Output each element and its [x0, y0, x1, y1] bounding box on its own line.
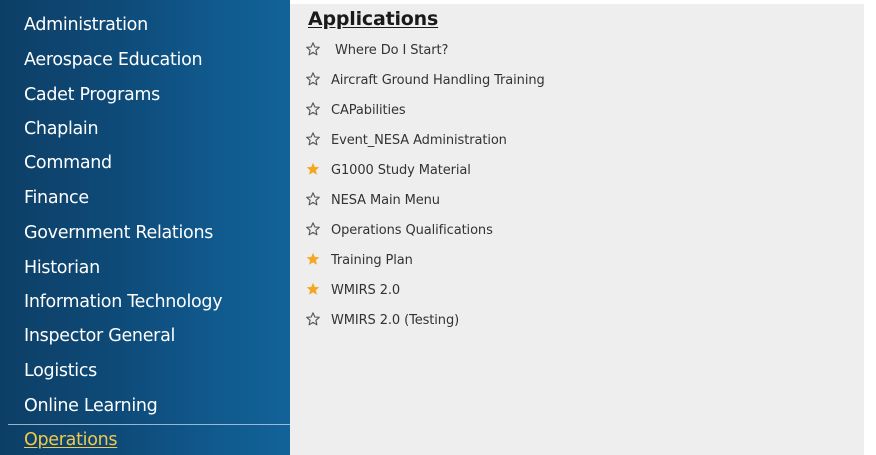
- sidebar-item-finance[interactable]: Finance: [24, 183, 89, 213]
- app-label[interactable]: G1000 Study Material: [331, 163, 471, 178]
- sidebar-item-government-relations[interactable]: Government Relations: [24, 218, 213, 248]
- page-title: Applications: [308, 8, 439, 30]
- app-label[interactable]: WMIRS 2.0: [331, 283, 400, 298]
- app-list-item[interactable]: Aircraft Ground Handling Training: [306, 70, 545, 92]
- star-outline-icon[interactable]: [306, 132, 320, 146]
- app-list-item[interactable]: G1000 Study Material: [306, 160, 471, 182]
- sidebar-item-logistics[interactable]: Logistics: [24, 356, 97, 386]
- star-outline-icon[interactable]: [306, 312, 320, 326]
- star-outline-icon[interactable]: [306, 192, 320, 206]
- app-list-item[interactable]: Where Do I Start?: [306, 40, 448, 62]
- sidebar-item-historian[interactable]: Historian: [24, 253, 100, 283]
- app-list-item[interactable]: WMIRS 2.0 (Testing): [306, 310, 459, 332]
- sidebar-item-administration[interactable]: Administration: [24, 10, 148, 40]
- app-label[interactable]: CAPabilities: [331, 103, 406, 118]
- app-label[interactable]: Aircraft Ground Handling Training: [331, 73, 545, 88]
- star-outline-icon[interactable]: [306, 72, 320, 86]
- sidebar-item-command[interactable]: Command: [24, 148, 112, 178]
- app-label[interactable]: Where Do I Start?: [331, 43, 448, 58]
- sidebar-item-operations[interactable]: Operations: [24, 425, 118, 455]
- main-content: Applications Where Do I Start? Aircraft G…: [290, 0, 876, 455]
- sidebar-item-inspector-general[interactable]: Inspector General: [24, 321, 175, 351]
- app-label[interactable]: NESA Main Menu: [331, 193, 440, 208]
- star-outline-icon[interactable]: [306, 222, 320, 236]
- right-border: [864, 0, 876, 455]
- app-label[interactable]: WMIRS 2.0 (Testing): [331, 313, 459, 328]
- sidebar-item-information-technology[interactable]: Information Technology: [24, 287, 223, 317]
- app-list-item[interactable]: WMIRS 2.0: [306, 280, 400, 302]
- top-border: [290, 0, 876, 4]
- sidebar-item-chaplain[interactable]: Chaplain: [24, 114, 99, 144]
- star-filled-icon[interactable]: [306, 162, 320, 176]
- star-outline-icon[interactable]: [306, 42, 320, 56]
- sidebar-item-online-learning[interactable]: Online Learning: [24, 391, 158, 421]
- star-filled-icon[interactable]: [306, 252, 320, 266]
- sidebar-nav: Administration Aerospace Education Cadet…: [0, 0, 290, 455]
- sidebar-item-cadet-programs[interactable]: Cadet Programs: [24, 80, 160, 110]
- app-list-item[interactable]: NESA Main Menu: [306, 190, 440, 212]
- app-label[interactable]: Event_NESA Administration: [331, 133, 507, 148]
- star-filled-icon[interactable]: [306, 282, 320, 296]
- star-outline-icon[interactable]: [306, 102, 320, 116]
- sidebar-item-aerospace-education[interactable]: Aerospace Education: [24, 45, 203, 75]
- app-list-item[interactable]: Operations Qualifications: [306, 220, 493, 242]
- app-label[interactable]: Training Plan: [331, 253, 413, 268]
- app-list-item[interactable]: Event_NESA Administration: [306, 130, 507, 152]
- app-label[interactable]: Operations Qualifications: [331, 223, 493, 238]
- app-list-item[interactable]: CAPabilities: [306, 100, 406, 122]
- app-window: Administration Aerospace Education Cadet…: [0, 0, 876, 455]
- app-list-item[interactable]: Training Plan: [306, 250, 413, 272]
